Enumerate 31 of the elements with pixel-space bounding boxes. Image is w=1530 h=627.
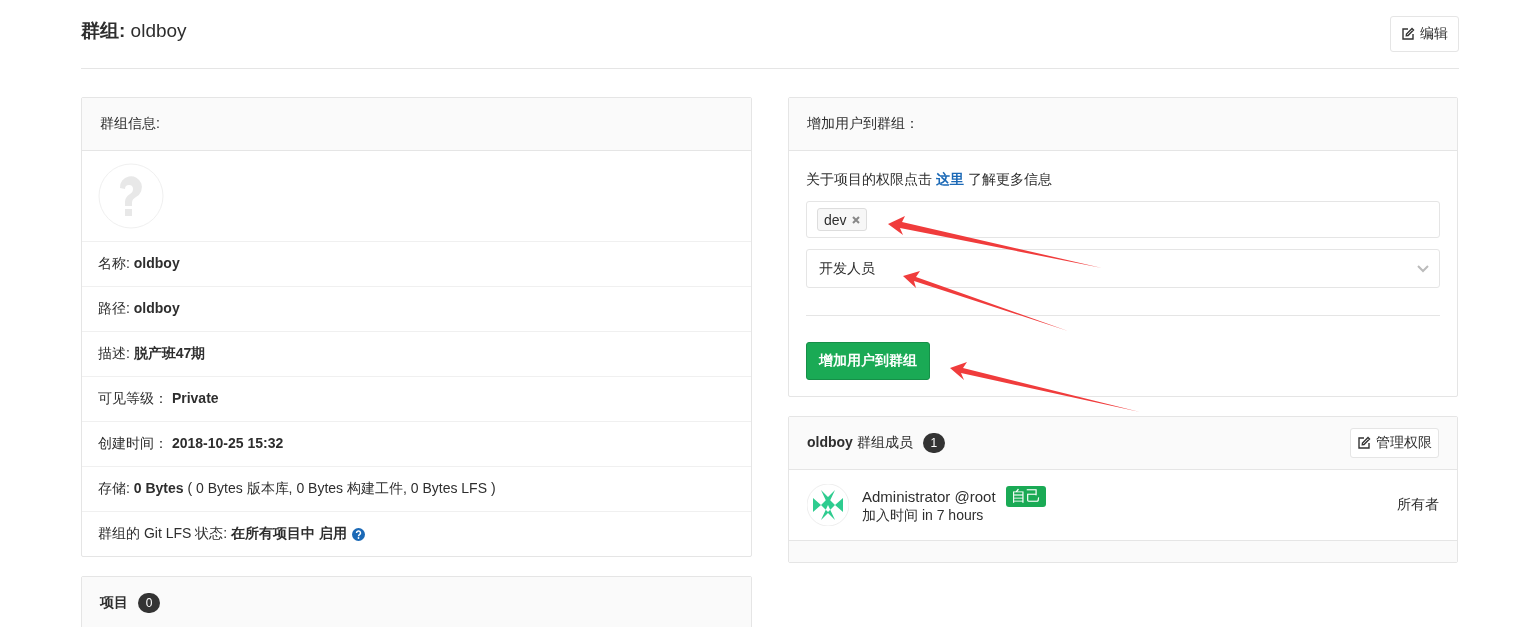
panel-heading: 群组信息: [100, 115, 160, 133]
here-link[interactable]: 这里 [936, 171, 964, 187]
manage-permissions-button[interactable]: 管理权限 [1350, 428, 1439, 458]
count-badge: 1 [922, 433, 945, 453]
page-title: 群组: oldboy [81, 19, 187, 43]
info-row-text: 创建时间： 2018-10-25 15:32 [98, 435, 284, 453]
info-row-text: 群组的 Git LFS 状态: 在所有项目中 启用 [98, 525, 347, 543]
info-row-text: 描述: 脱产班47期 [98, 345, 206, 363]
chevron-down-icon [1417, 264, 1429, 273]
panel-heading: 项目 [100, 594, 128, 612]
role-select[interactable]: 开发人员 [806, 249, 1440, 288]
join-time: 加入时间 in 7 hours [862, 506, 984, 523]
member-role: 所有者 [1397, 496, 1439, 514]
edit-icon [1357, 436, 1371, 450]
member-name: Administrator @root [862, 487, 996, 505]
help-icon[interactable] [351, 527, 365, 541]
info-row-text: 可见等级： Private [98, 390, 219, 408]
info-row-text: 名称: oldboy [98, 255, 180, 273]
panel-heading: oldboy 群组成员 [807, 434, 913, 452]
permissions-hint: 关于项目的权限点击 这里 了解更多信息 [806, 171, 1053, 189]
edit-icon [1401, 27, 1415, 41]
identicon-avatar [807, 484, 849, 526]
info-row-text: 存储: 0 Bytes ( 0 Bytes 版本库, 0 Bytes 构建工件, 0 Bytes LFS ) [98, 480, 496, 498]
edit-button[interactable]: 编辑 [1390, 16, 1459, 52]
panel-heading: 增加用户到群组： [807, 115, 919, 133]
count-badge: 0 [138, 593, 160, 613]
self-badge: 自己 [1005, 485, 1046, 507]
user-token[interactable]: dev [817, 208, 867, 231]
info-row-text: 路径: oldboy [98, 300, 180, 318]
users-input-field[interactable]: dev [806, 201, 1440, 238]
remove-icon[interactable] [851, 215, 860, 224]
